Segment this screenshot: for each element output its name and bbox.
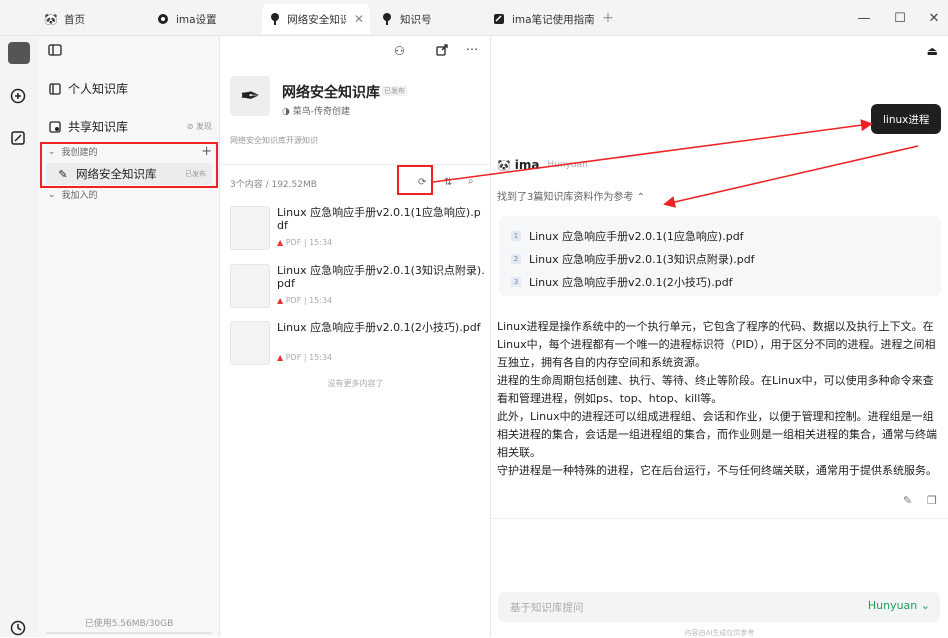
doc-meta: ▲ PDF | 15:34 (277, 296, 333, 305)
more-icon[interactable]: ⋯ (466, 42, 478, 56)
doc-item[interactable]: Linux 应急响应手册v2.0.1(1应急响应).pdf ▲ PDF | 15… (230, 206, 485, 256)
search-icon[interactable]: ⌕ (468, 176, 474, 187)
panda-icon: 🐼 (44, 12, 58, 26)
chevron-up-icon: ⌃ (636, 192, 645, 203)
tab-ima-notes-guide[interactable]: ima笔记使用指南 (492, 4, 595, 34)
maximize-icon[interactable]: ☐ (890, 8, 910, 28)
edit-icon[interactable] (8, 128, 28, 148)
close-window-icon[interactable]: ✕ (924, 8, 944, 28)
sidebar-toggle-icon[interactable] (48, 44, 62, 56)
annotation-box-sidebar (40, 142, 218, 188)
close-tab-icon[interactable]: ✕ (354, 12, 364, 26)
doc-meta: ▲ PDF | 15:34 (277, 238, 333, 247)
edit-note-icon[interactable]: ✎ (903, 494, 912, 507)
reference-item[interactable]: 1 Linux 应急响应手册v2.0.1(1应急响应).pdf (511, 228, 744, 244)
avatar[interactable] (8, 42, 30, 64)
add-circle-icon[interactable] (8, 86, 28, 106)
library-icon (48, 82, 62, 96)
kb-title: 网络安全知识库 (282, 85, 380, 101)
divider (220, 164, 491, 165)
sidebar-item-personal[interactable]: 个人知识库 (48, 80, 128, 97)
tab-ima-settings[interactable]: ima设置 (156, 4, 217, 34)
pin-icon (380, 12, 394, 26)
chat-panel: ⏏ linux进程 🐼 ima Hunyuan 找到了3篇知识库资料作为参考 ⌃… (491, 36, 948, 637)
sidebar-item-shared[interactable]: 共享知识库 ⊘ 发现 (48, 118, 212, 135)
doc-item[interactable]: Linux 应急响应手册v2.0.1(2小技巧).pdf ▲ PDF | 15:… (230, 321, 485, 371)
sidebar: 个人知识库 共享知识库 ⊘ 发现 ⌄ 我创建的 + ✎ 网络安全知识库 已发布 … (38, 36, 220, 637)
bot-header: 🐼 ima Hunyuan (497, 158, 588, 172)
kb-cover-image: ✒ (230, 76, 270, 116)
annotation-box-sync (397, 165, 433, 195)
doc-thumbnail (230, 206, 270, 250)
tab-knowledge-account[interactable]: 知识号 (380, 4, 432, 34)
copy-icon[interactable]: ❐ (927, 494, 937, 507)
answer-text: Linux进程是操作系统中的一个执行单元，它包含了程序的代码、数据以及执行上下文… (497, 320, 937, 477)
reference-item[interactable]: 2 Linux 应急响应手册v2.0.1(3知识点附录).pdf (511, 251, 755, 267)
new-tab-icon[interactable]: + (598, 8, 618, 28)
ref-summary-toggle[interactable]: 找到了3篇知识库资料作为参考 ⌃ (497, 188, 645, 203)
discover-badge[interactable]: ⊘ 发现 (187, 121, 212, 132)
doc-item[interactable]: Linux 应急响应手册v2.0.1(3知识点附录).pdf ▲ PDF | 1… (230, 264, 485, 314)
tab-knowledge-base[interactable]: 网络安全知识库✕ (262, 4, 370, 34)
kb-author: ◑ 菜鸟-传奇创建 (282, 107, 350, 117)
kb-panel: ⚇ ⋯ ✒ 网络安全知识库 已发布 ◑ 菜鸟-传奇创建 网络安全知识库开源知识 … (220, 36, 491, 637)
user-message: linux进程 (871, 104, 942, 134)
kb-count: 3个内容 / 192.52MB (230, 180, 317, 190)
group-joined[interactable]: ⌄ 我加入的 (48, 188, 98, 202)
share-icon[interactable] (436, 44, 448, 59)
reference-item[interactable]: 3 Linux 应急响应手册v2.0.1(2小技巧).pdf (511, 274, 733, 290)
pin-top-icon[interactable]: ⏏ (927, 44, 938, 58)
sort-icon[interactable]: ⇅ (444, 177, 452, 188)
clock-icon[interactable] (8, 618, 28, 638)
chevron-down-icon: ⌄ (48, 189, 56, 200)
divider (491, 518, 948, 519)
doc-meta: ▲ PDF | 15:34 (277, 353, 333, 362)
title-bar: 🐼首页 ima设置 网络安全知识库✕ 知识号 ima笔记使用指南 + — ☐ ✕ (0, 0, 948, 36)
storage-usage: 已使用5.56MB/30GB (84, 619, 174, 629)
model-select[interactable]: Hunyuan ⌄ (868, 599, 930, 612)
reference-list: 1 Linux 应急响应手册v2.0.1(1应急响应).pdf 2 Linux 应急… (499, 216, 941, 296)
settings-icon (156, 12, 170, 26)
doc-thumbnail (230, 264, 270, 308)
note-icon (492, 12, 506, 26)
panda-icon: 🐼 (497, 158, 511, 172)
tab-home[interactable]: 🐼 首页 (44, 4, 85, 34)
minimize-icon[interactable]: — (854, 8, 874, 28)
left-rail (0, 36, 38, 637)
members-icon[interactable]: ⚇ (394, 44, 405, 58)
pin-icon (268, 12, 281, 26)
shared-library-icon (48, 120, 62, 134)
chat-input[interactable]: 基于知识库提问 Hunyuan ⌄ (498, 592, 940, 622)
no-more-text: 没有更多内容了 (327, 379, 384, 388)
doc-thumbnail (230, 321, 270, 365)
storage-bar (46, 632, 212, 634)
kb-description: 网络安全知识库开源知识 (230, 136, 318, 145)
